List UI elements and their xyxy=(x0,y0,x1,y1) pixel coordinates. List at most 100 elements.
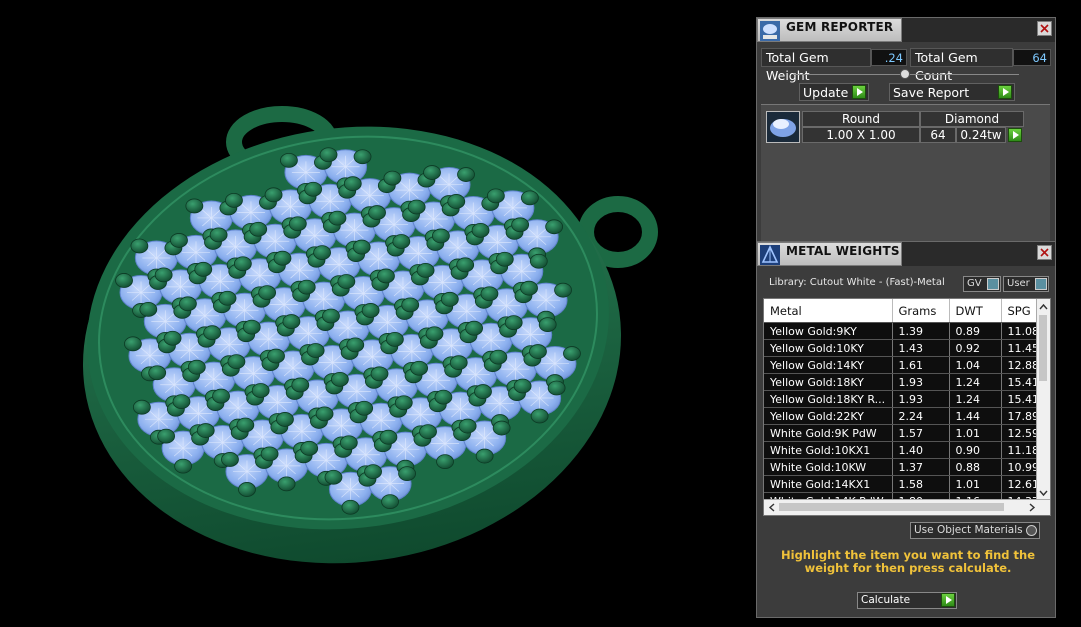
prong-bead xyxy=(520,190,539,206)
prong-bead xyxy=(520,280,538,296)
use-object-materials-toggle[interactable]: Use Object Materials xyxy=(910,522,1040,539)
cell-metal: White Gold:9K PdW xyxy=(764,424,893,442)
cell-dwt: 1.44 xyxy=(949,407,1002,425)
gem-shape: Round xyxy=(802,111,920,127)
prong-bead xyxy=(495,251,514,267)
column-header-grams[interactable]: Grams xyxy=(892,299,950,323)
prong-bead xyxy=(238,482,256,497)
column-header-metal[interactable]: Metal xyxy=(764,299,893,323)
total-gem-weight-label: Total Gem Weight xyxy=(761,48,871,83)
user-toggle[interactable]: User xyxy=(1003,276,1049,292)
metal-weights-titlebar[interactable]: METAL WEIGHTS xyxy=(757,242,1055,266)
play-arrow-icon xyxy=(998,85,1012,99)
cell-grams: 1.58 xyxy=(892,475,950,493)
prong-bead xyxy=(352,239,371,255)
update-button[interactable]: Update xyxy=(799,83,869,101)
prong-bead xyxy=(280,152,298,168)
table-row[interactable]: Yellow Gold:18KY 1.93 1.24 15.41 xyxy=(764,373,1050,391)
gem-list-row[interactable]: Round Diamond 1.00 X 1.00 64 0.24tw xyxy=(766,111,1026,145)
prong-bead xyxy=(315,406,334,422)
gem-material: Diamond xyxy=(920,111,1024,127)
table-row[interactable]: Yellow Gold:18KY R... 1.93 1.24 15.41 xyxy=(764,390,1050,408)
gem-count: 64 xyxy=(920,127,956,143)
gem-reporter-titlebar[interactable]: GEM REPORTER xyxy=(757,18,1055,42)
prong-bead xyxy=(504,315,523,331)
cell-dwt: 0.90 xyxy=(949,441,1002,459)
prong-bead xyxy=(447,194,466,209)
scroll-down-icon[interactable] xyxy=(1037,487,1050,499)
scroll-right-icon[interactable] xyxy=(1026,501,1038,514)
gem-reporter-close-button[interactable] xyxy=(1037,21,1052,36)
3d-viewport[interactable] xyxy=(0,0,750,627)
cell-metal: Yellow Gold:18KY xyxy=(764,373,893,391)
table-row[interactable]: White Gold:14KX1 1.58 1.01 12.61 xyxy=(764,475,1050,493)
play-arrow-icon xyxy=(941,593,955,607)
prong-bead xyxy=(258,285,277,301)
prong-bead xyxy=(554,282,572,298)
table-row[interactable]: Yellow Gold:10KY 1.43 0.92 11.45 xyxy=(764,339,1050,357)
prong-bead xyxy=(563,346,581,361)
prong-bead xyxy=(394,395,413,411)
cell-dwt: 0.89 xyxy=(949,322,1002,340)
metal-weights-icon xyxy=(760,245,780,265)
cell-grams: 2.24 xyxy=(892,407,950,425)
cell-dwt: 1.01 xyxy=(949,424,1002,442)
horizontal-scrollbar[interactable] xyxy=(764,499,1050,515)
column-header-dwt[interactable]: DWT xyxy=(949,299,1002,323)
gem-detail-arrow-icon[interactable] xyxy=(1008,128,1022,142)
scroll-up-icon[interactable] xyxy=(1037,301,1050,313)
prong-bead xyxy=(343,176,362,192)
gem-weight: 0.24tw xyxy=(956,127,1006,143)
save-report-button[interactable]: Save Report xyxy=(889,83,1015,101)
gem-size: 1.00 X 1.00 xyxy=(802,127,920,143)
cell-dwt: 1.01 xyxy=(949,475,1002,493)
vertical-scrollbar[interactable] xyxy=(1036,299,1050,501)
prong-bead xyxy=(458,418,477,434)
prong-bead xyxy=(392,234,411,249)
prong-bead xyxy=(288,216,307,232)
slider-knob-icon[interactable] xyxy=(900,69,910,79)
cell-metal: Yellow Gold:22KY xyxy=(764,407,893,425)
prong-bead xyxy=(486,188,505,204)
prong-bead xyxy=(313,245,331,261)
toggle-indicator-icon xyxy=(1035,278,1047,290)
prong-bead xyxy=(331,371,349,387)
prong-bead xyxy=(276,412,294,427)
cell-dwt: 1.04 xyxy=(949,356,1002,374)
prong-bead xyxy=(277,476,296,492)
prong-bead xyxy=(304,181,323,197)
table-row[interactable]: Yellow Gold:14KY 1.61 1.04 12.88 xyxy=(764,356,1050,374)
horizontal-scrollbar-thumb[interactable] xyxy=(779,503,1004,511)
play-arrow-icon xyxy=(852,85,866,99)
table-row[interactable]: White Gold:10KX1 1.40 0.90 11.18 xyxy=(764,441,1050,459)
prong-bead xyxy=(530,408,549,424)
cell-grams: 1.40 xyxy=(892,441,950,459)
prong-bead xyxy=(368,205,386,220)
gv-toggle[interactable]: GV xyxy=(963,276,1001,292)
metal-table-container[interactable]: Metal Grams DWT SPG Yellow Gold:9KY 1.39 0… xyxy=(763,298,1051,516)
prong-bead xyxy=(456,257,475,273)
table-row[interactable]: White Gold:9K PdW 1.57 1.01 12.59 xyxy=(764,424,1050,442)
prong-bead xyxy=(260,446,279,462)
table-header-row: Metal Grams DWT SPG xyxy=(764,299,1050,323)
prong-bead xyxy=(383,170,402,186)
scroll-left-icon[interactable] xyxy=(766,501,778,514)
table-row[interactable]: Yellow Gold:22KY 2.24 1.44 17.89 xyxy=(764,407,1050,425)
gem-reporter-panel: GEM REPORTER Total Gem Weight .24 Total … xyxy=(756,17,1056,243)
prong-bead xyxy=(364,464,382,480)
prong-bead xyxy=(196,423,215,438)
scrollbar-thumb[interactable] xyxy=(1039,315,1047,381)
metal-weights-close-button[interactable] xyxy=(1037,245,1052,260)
prong-bead xyxy=(194,261,213,277)
prong-bead xyxy=(475,448,494,464)
calculate-button[interactable]: Calculate xyxy=(857,592,957,609)
metal-weights-title: METAL WEIGHTS xyxy=(786,244,900,258)
prong-bead xyxy=(172,394,191,410)
prong-bead xyxy=(187,359,206,375)
prong-bead xyxy=(130,238,149,254)
table-row[interactable]: White Gold:10KW 1.37 0.88 10.99 xyxy=(764,458,1050,476)
divider-slider[interactable] xyxy=(793,69,1019,79)
cell-metal: Yellow Gold:9KY xyxy=(764,322,893,340)
table-row[interactable]: Yellow Gold:9KY 1.39 0.89 11.08 xyxy=(764,322,1050,340)
prong-bead xyxy=(370,366,389,382)
